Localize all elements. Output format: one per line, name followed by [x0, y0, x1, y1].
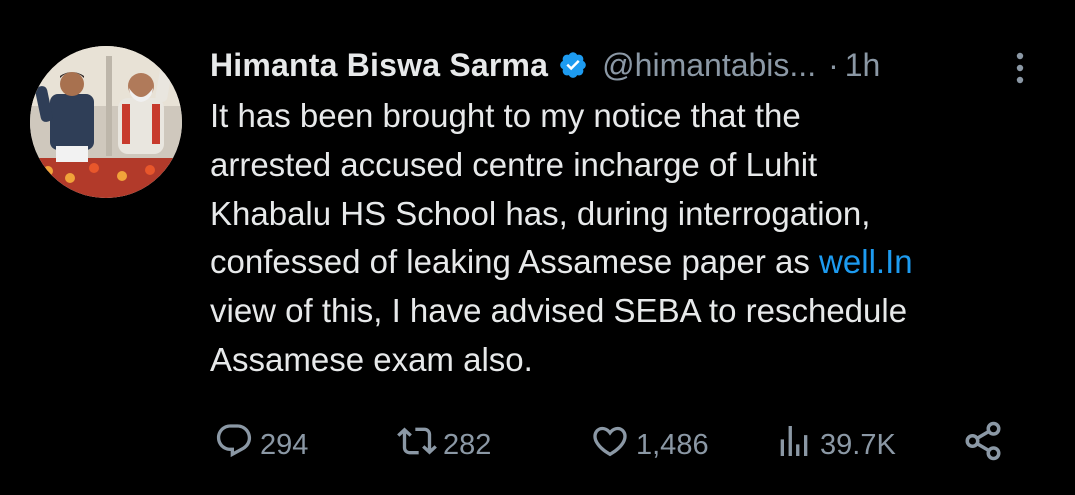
tweet-text-line: Khabalu HS School has, during interrogat…	[210, 194, 871, 232]
tweet-text-line: view of this, I have advised SEBA to res…	[210, 292, 908, 330]
tweet-timestamp[interactable]: 1h	[845, 47, 881, 84]
views-chart-icon	[774, 421, 814, 469]
tweet-text-line: Assamese exam also.	[210, 340, 533, 378]
avatar[interactable]	[30, 46, 182, 198]
heart-icon	[590, 421, 630, 469]
views-count: 39.7K	[820, 428, 896, 461]
repost-button[interactable]: 282	[397, 420, 491, 470]
reply-icon	[214, 421, 254, 469]
tweet-header: Himanta Biswa Sarma @himantabis... · 1h	[210, 40, 880, 90]
like-count: 1,486	[636, 428, 709, 461]
author-name[interactable]: Himanta Biswa Sarma	[210, 47, 548, 84]
like-button[interactable]: 1,486	[590, 420, 709, 470]
avatar-image	[30, 46, 182, 198]
tweet-text-line: It has been brought to my notice that th…	[210, 97, 801, 134]
repost-icon	[397, 421, 437, 469]
views-button[interactable]: 39.7K	[774, 420, 896, 470]
tweet[interactable]: Himanta Biswa Sarma @himantabis... · 1h …	[0, 0, 1075, 495]
tweet-text-line: confessed of leaking Assamese paper as w…	[210, 238, 1050, 287]
author-handle[interactable]: @himantabis...	[602, 47, 816, 84]
tweet-actions: 294 282 1,486 39.7K	[214, 420, 1014, 470]
tweet-text-line: arrested accused centre incharge of Luhi…	[210, 145, 818, 183]
verified-badge-icon[interactable]	[558, 50, 588, 80]
reply-count: 294	[260, 428, 309, 461]
header-separator: ·	[828, 46, 839, 83]
repost-count: 282	[443, 428, 492, 461]
share-icon	[962, 420, 1004, 470]
more-vertical-icon[interactable]	[1008, 48, 1032, 88]
tweet-text: It has been brought to my notice that th…	[210, 92, 1050, 385]
tweet-text-segment: confessed of leaking Assamese paper as	[210, 243, 820, 281]
tweet-link[interactable]: well.In	[819, 243, 913, 280]
reply-button[interactable]: 294	[214, 420, 308, 470]
share-button[interactable]	[962, 420, 1004, 470]
